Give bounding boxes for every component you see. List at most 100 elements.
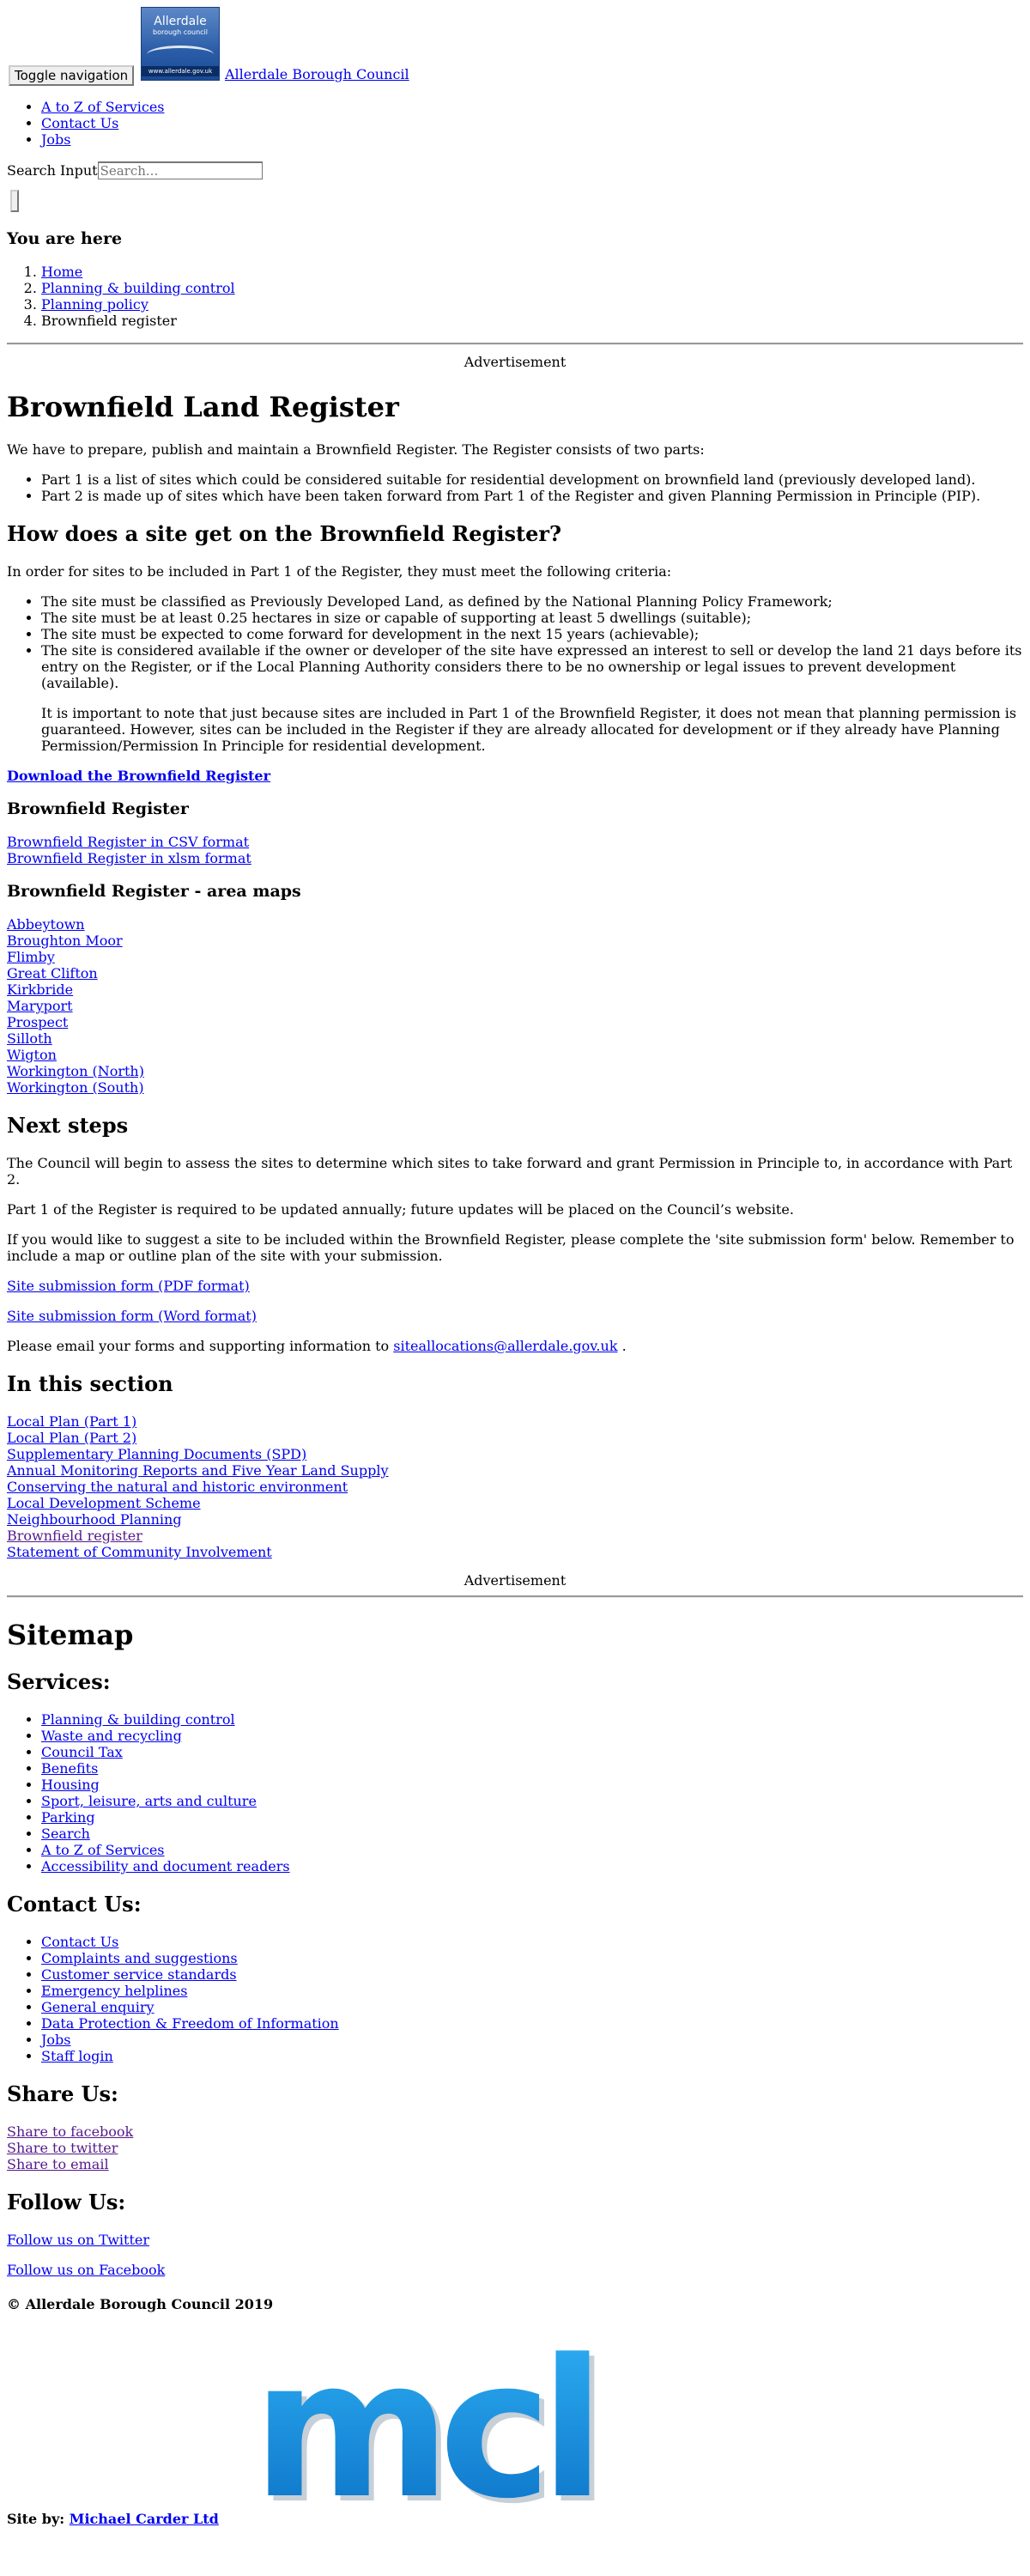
- sitemap-contact-link[interactable]: Emergency helplines: [41, 1983, 187, 1999]
- logo-url: www.allerdale.gov.uk: [142, 66, 219, 76]
- sitemap-contact-link[interactable]: General enquiry: [41, 1999, 154, 2015]
- section-link[interactable]: Local Development Scheme: [7, 1495, 201, 1511]
- intro-text: We have to prepare, publish and maintain…: [7, 441, 705, 458]
- section-link[interactable]: Local Plan (Part 2): [7, 1430, 136, 1446]
- area-map-link[interactable]: Prospect: [7, 1014, 68, 1030]
- sitemap-contact-link[interactable]: Customer service standards: [41, 1966, 237, 1983]
- sitemap-contact-link[interactable]: Jobs: [41, 2032, 71, 2048]
- page-title: Brownfield Land Register: [7, 391, 399, 423]
- logo-swoosh: [147, 46, 214, 64]
- register-csv-link[interactable]: Brownfield Register in CSV format: [7, 834, 249, 850]
- top-nav-link-a-to-z[interactable]: A to Z of Services: [41, 99, 165, 115]
- breadcrumb-item: Planning policy: [41, 296, 1023, 313]
- search-submit-button[interactable]: [10, 190, 19, 212]
- list-item: Part 1 is a list of sites which could be…: [41, 471, 1023, 488]
- search-label: Search Input: [7, 162, 98, 179]
- download-register-link[interactable]: Download the Brownfield Register: [7, 768, 270, 784]
- in-this-section-heading: In this section: [7, 1371, 173, 1396]
- email-link[interactable]: siteallocations@allerdale.gov.uk: [393, 1338, 617, 1354]
- how-intro: In order for sites to be included in Par…: [7, 563, 672, 580]
- area-map-link[interactable]: Wigton: [7, 1047, 57, 1063]
- list-item: The site must be at least 0.25 hectares …: [41, 610, 1023, 626]
- sitemap-service-link[interactable]: Housing: [41, 1777, 100, 1793]
- top-nav-item: A to Z of Services: [41, 99, 1023, 115]
- sitemap-service-link[interactable]: Council Tax: [41, 1744, 123, 1760]
- section-link[interactable]: Statement of Community Involvement: [7, 1544, 272, 1560]
- form-paragraph: Site submission form (PDF format): [7, 1278, 1023, 1294]
- breadcrumb-home[interactable]: Home: [41, 264, 82, 280]
- sitemap-service-link[interactable]: Benefits: [41, 1760, 98, 1777]
- list-item: The site is considered available if the …: [41, 642, 1023, 691]
- search-input[interactable]: [97, 161, 263, 179]
- breadcrumb-item: Planning & building control: [41, 280, 1023, 296]
- email-paragraph: Please email your forms and supporting i…: [7, 1338, 1023, 1354]
- sitemap-service-link[interactable]: A to Z of Services: [41, 1842, 165, 1858]
- site-by-link[interactable]: Michael Carder Ltd: [70, 2511, 219, 2527]
- logo-subtitle: borough council: [152, 28, 209, 36]
- top-nav-link-jobs[interactable]: Jobs: [41, 131, 71, 148]
- breadcrumb-item: Home: [41, 264, 1023, 280]
- brand-link[interactable]: Allerdale Borough Council: [225, 66, 409, 82]
- list-item: The site must be expected to come forwar…: [41, 626, 1023, 642]
- council-logo[interactable]: Allerdale borough council www.allerdale.…: [141, 7, 220, 81]
- how-heading: How does a site get on the Brownfield Re…: [7, 521, 562, 546]
- section-link[interactable]: Neighbourhood Planning: [7, 1511, 182, 1528]
- follow-heading: Follow Us:: [7, 2190, 126, 2215]
- sitemap-service-link[interactable]: Parking: [41, 1809, 95, 1826]
- site-form-word-link[interactable]: Site submission form (Word format): [7, 1308, 257, 1324]
- top-nav-item: Jobs: [41, 131, 1023, 148]
- sitemap-service-link[interactable]: Planning & building control: [41, 1711, 235, 1728]
- section-link[interactable]: Supplementary Planning Documents (SPD): [7, 1446, 306, 1462]
- toggle-navigation-button[interactable]: Toggle navigation: [9, 65, 135, 86]
- breadcrumb: Home Planning & building control Plannin…: [7, 264, 1023, 329]
- form-paragraph: Site submission form (Word format): [7, 1308, 1023, 1324]
- breadcrumb-planning[interactable]: Planning & building control: [41, 280, 235, 296]
- site-form-pdf-link[interactable]: Site submission form (PDF format): [7, 1278, 250, 1294]
- top-nav-link-contact[interactable]: Contact Us: [41, 115, 118, 131]
- mcl-logo-text: mcl: [252, 2330, 593, 2511]
- sitemap-service-link[interactable]: Search: [41, 1826, 90, 1842]
- services-heading: Services:: [7, 1669, 111, 1694]
- area-map-link[interactable]: Broughton Moor: [7, 933, 123, 949]
- area-map-link[interactable]: Silloth: [7, 1030, 52, 1047]
- follow-facebook-link[interactable]: Follow us on Facebook: [7, 2262, 165, 2278]
- area-map-link[interactable]: Workington (South): [7, 1079, 144, 1096]
- section-link-current[interactable]: Brownfield register: [7, 1528, 142, 1544]
- sitemap-service-link[interactable]: Waste and recycling: [41, 1728, 182, 1744]
- area-maps-heading: Brownfield Register - area maps: [7, 882, 301, 901]
- contact-list: Contact Us Complaints and suggestions Cu…: [7, 1934, 1023, 2064]
- next-steps-text: Part 1 of the Register is required to be…: [7, 1201, 794, 1218]
- breadcrumb-heading: You are here: [7, 229, 123, 248]
- share-facebook-link[interactable]: Share to facebook: [7, 2123, 133, 2140]
- advertisement-label: Advertisement: [464, 354, 566, 370]
- share-twitter-link[interactable]: Share to twitter: [7, 2140, 118, 2156]
- contact-heading: Contact Us:: [7, 1892, 142, 1917]
- sitemap-service-link[interactable]: Sport, leisure, arts and culture: [41, 1793, 257, 1809]
- share-heading: Share Us:: [7, 2081, 118, 2106]
- services-list: Planning & building control Waste and re…: [7, 1711, 1023, 1874]
- site-by-label: Site by:: [7, 2511, 65, 2527]
- area-map-link[interactable]: Abbeytown: [7, 916, 85, 933]
- follow-twitter-link[interactable]: Follow us on Twitter: [7, 2232, 149, 2248]
- sitemap-contact-link[interactable]: Data Protection & Freedom of Information: [41, 2015, 339, 2032]
- next-steps-text: If you would like to suggest a site to b…: [7, 1231, 1015, 1264]
- sitemap-contact-link[interactable]: Complaints and suggestions: [41, 1950, 238, 1966]
- list-item: The site must be classified as Previousl…: [41, 593, 1023, 610]
- register-xlsm-link[interactable]: Brownfield Register in xlsm format: [7, 850, 251, 866]
- section-link[interactable]: Conserving the natural and historic envi…: [7, 1479, 348, 1495]
- mcl-logo: mcl mcl: [252, 2319, 610, 2546]
- area-map-link[interactable]: Kirkbride: [7, 981, 73, 998]
- sitemap-service-link[interactable]: Accessibility and document readers: [41, 1858, 290, 1874]
- area-map-link[interactable]: Great Clifton: [7, 965, 98, 981]
- share-email-link[interactable]: Share to email: [7, 2156, 109, 2172]
- sitemap-contact-link[interactable]: Staff login: [41, 2048, 113, 2064]
- area-map-link[interactable]: Maryport: [7, 998, 73, 1014]
- area-map-link[interactable]: Flimby: [7, 949, 55, 965]
- section-link[interactable]: Local Plan (Part 1): [7, 1413, 136, 1430]
- register-links: Brownfield Register in CSV format Brownf…: [7, 834, 1023, 866]
- site-by: Site by: Michael Carder Ltd: [7, 2511, 1023, 2527]
- section-link[interactable]: Annual Monitoring Reports and Five Year …: [7, 1462, 388, 1479]
- area-map-link[interactable]: Workington (North): [7, 1063, 144, 1079]
- sitemap-contact-link[interactable]: Contact Us: [41, 1934, 118, 1950]
- breadcrumb-planning-policy[interactable]: Planning policy: [41, 296, 148, 313]
